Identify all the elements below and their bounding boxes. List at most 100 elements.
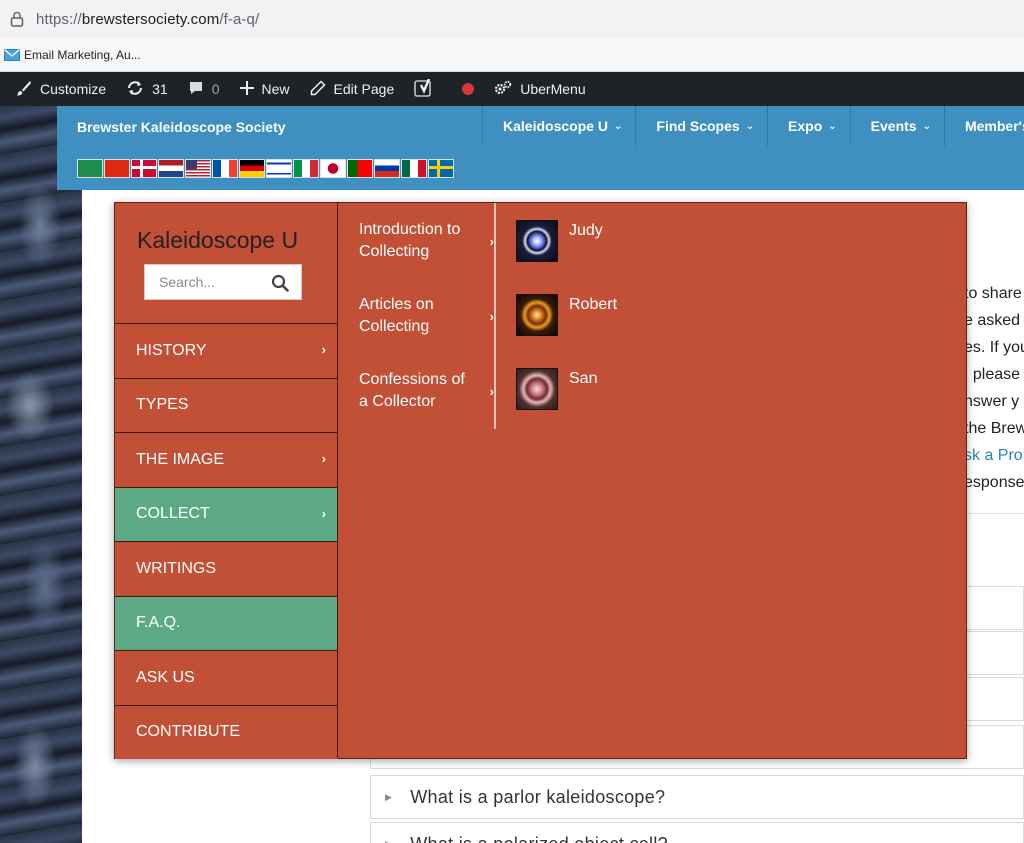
seo-status-dot — [462, 83, 475, 95]
collector-thumbnail — [516, 220, 558, 262]
chevron-right-icon: › — [321, 451, 326, 466]
chevron-right-icon: › — [321, 342, 326, 357]
collector-list: Judy Robert San — [516, 220, 617, 442]
nav-label: Kaleidoscope U — [503, 118, 609, 134]
caret-right-icon: ▶ — [385, 791, 393, 802]
nav-item-kaleidoscope-u[interactable]: Kaleidoscope U ⌄ — [482, 106, 635, 146]
category-contribute[interactable]: CONTRIBUTE — [115, 704, 338, 759]
netherlands-flag-icon[interactable] — [158, 159, 184, 178]
submenu-divider — [494, 203, 496, 429]
category-the-image[interactable]: THE IMAGE › — [115, 432, 338, 487]
faq-accordion-item-parlor[interactable]: ▶ What is a parlor kaleidoscope? — [370, 775, 1024, 819]
chevron-down-icon: ⌄ — [614, 120, 623, 132]
updates-button[interactable]: 31 — [126, 80, 168, 99]
submenu-label: Introduction to Collecting — [359, 221, 461, 260]
intro-line: to share — [964, 285, 1022, 302]
comments-button[interactable]: 0 — [188, 80, 220, 99]
nav-item-expo[interactable]: Expo ⌄ — [767, 106, 850, 146]
portugal-flag-icon[interactable] — [347, 159, 373, 178]
collector-judy[interactable]: Judy — [516, 220, 617, 294]
customize-label: Customize — [40, 81, 107, 97]
chevron-down-icon: ⌄ — [828, 120, 837, 132]
submenu-label: Articles on Collecting — [359, 296, 434, 335]
faq-question: What is a polarized object cell? — [410, 834, 668, 843]
site-brand-link[interactable]: Brewster Kaleidoscope Society — [77, 119, 286, 135]
yoast-icon — [414, 78, 442, 100]
category-collect[interactable]: COLLECT › — [115, 486, 338, 541]
collector-thumbnail — [516, 368, 558, 410]
category-writings[interactable]: WRITINGS — [115, 541, 338, 596]
bookmark-email-marketing[interactable]: Email Marketing, Au... — [4, 48, 141, 62]
submenu-introduction-to-collecting[interactable]: Introduction to Collecting › — [359, 219, 494, 294]
nav-item-find-scopes[interactable]: Find Scopes ⌄ — [635, 106, 767, 146]
submenu-confessions-of-a-collector[interactable]: Confessions of a Collector › — [359, 369, 494, 444]
collector-robert[interactable]: Robert — [516, 294, 617, 368]
url-scheme: https:// — [36, 10, 82, 28]
category-label: TYPES — [136, 396, 189, 414]
category-list: HISTORY › TYPES THE IMAGE › COLLECT › WRITI… — [115, 323, 338, 759]
intro-line: , please — [964, 366, 1021, 383]
france-flag-icon[interactable] — [212, 159, 238, 178]
israel-flag-icon[interactable] — [266, 159, 292, 178]
china-flag-icon[interactable] — [104, 159, 130, 178]
customize-button[interactable]: Customize — [16, 80, 106, 99]
usa-flag-icon[interactable] — [185, 159, 211, 178]
nav-label: Find Scopes — [656, 118, 740, 134]
refresh-icon — [126, 80, 152, 99]
browser-url-bar[interactable]: https://brewstersociety.com/f-a-q/ — [0, 0, 1024, 38]
nav-label: Expo — [788, 118, 823, 134]
russia-flag-icon[interactable] — [374, 159, 400, 178]
mega-menu-heading: Kaleidoscope U — [137, 227, 299, 253]
new-button[interactable]: New — [239, 80, 290, 98]
category-label: CONTRIBUTE — [136, 723, 240, 741]
category-label: WRITINGS — [136, 559, 216, 577]
updates-count: 31 — [152, 81, 168, 97]
bookmark-label: Email Marketing, Au... — [24, 47, 141, 62]
nav-label: Events — [870, 118, 917, 134]
category-ask-us[interactable]: ASK US — [115, 650, 338, 705]
url-host: brewstersociety.com — [81, 10, 220, 28]
yoast-button[interactable] — [414, 78, 442, 100]
arabic-flag-icon[interactable] — [77, 159, 103, 178]
collector-name: San — [569, 370, 598, 387]
brush-icon — [16, 80, 40, 99]
intro-line: nswer y — [964, 393, 1020, 410]
url-text[interactable]: https://brewstersociety.com/f-a-q/ — [36, 11, 259, 28]
category-history[interactable]: HISTORY › — [115, 323, 338, 378]
mexico-flag-icon[interactable] — [401, 159, 427, 178]
submenu-label: Confessions of a Collector — [359, 371, 465, 410]
nav-item-members[interactable]: Member's A — [943, 106, 1024, 146]
category-label: COLLECT — [136, 505, 210, 523]
faq-question: What is a parlor kaleidoscope? — [410, 786, 666, 807]
site-header: Brewster Kaleidoscope Society Kaleidosco… — [57, 106, 1024, 190]
comments-count: 0 — [211, 81, 220, 97]
japan-flag-icon[interactable] — [320, 159, 346, 178]
collector-san[interactable]: San — [516, 368, 617, 442]
mega-menu-search-input[interactable]: Search... — [144, 264, 302, 300]
denmark-flag-icon[interactable] — [131, 159, 157, 178]
new-label: New — [261, 81, 290, 97]
nav-item-events[interactable]: Events ⌄ — [849, 106, 944, 146]
category-faq[interactable]: F.A.Q. — [115, 595, 338, 650]
main-nav: Kaleidoscope U ⌄ Find Scopes ⌄ Expo ⌄ Event… — [482, 106, 1024, 146]
search-placeholder: Search... — [159, 274, 216, 290]
wp-admin-bar: Customize 31 0 New Edit Page UberMenu — [0, 72, 1024, 106]
germany-flag-icon[interactable] — [239, 159, 265, 178]
intro-line: the Brew — [964, 420, 1024, 437]
pencil-icon — [310, 79, 334, 99]
bookmarks-bar: Email Marketing, Au... — [0, 38, 1024, 72]
edit-page-button[interactable]: Edit Page — [310, 79, 394, 99]
chevron-down-icon: ⌄ — [922, 120, 931, 132]
category-types[interactable]: TYPES — [115, 377, 338, 432]
kaleidoscope-background-image — [0, 106, 82, 843]
url-path: /f-a-q/ — [219, 10, 260, 28]
ubermenu-button[interactable]: UberMenu — [494, 80, 586, 99]
sweden-flag-icon[interactable] — [428, 159, 454, 178]
italy-flag-icon[interactable] — [293, 159, 319, 178]
intro-line: es. If you — [964, 339, 1024, 356]
faq-accordion-item-polarized[interactable]: ▶ What is a polarized object cell? — [370, 822, 1024, 843]
submenu-articles-on-collecting[interactable]: Articles on Collecting › — [359, 294, 494, 369]
ask-a-pro-link[interactable]: sk a Pro — [964, 442, 1024, 469]
category-label: HISTORY — [136, 341, 207, 359]
intro-line: esponse — [964, 474, 1024, 491]
